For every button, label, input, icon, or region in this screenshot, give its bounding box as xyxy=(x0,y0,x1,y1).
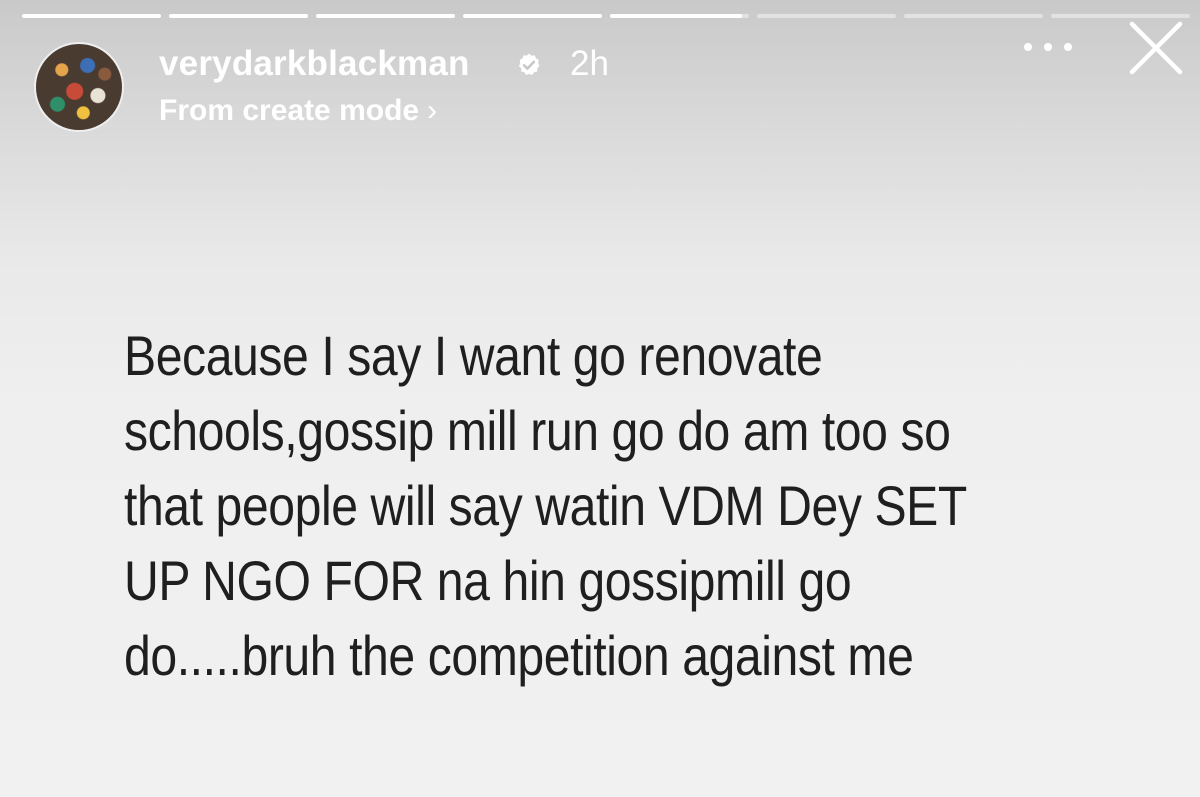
create-mode-link[interactable]: From create mode › xyxy=(159,94,437,128)
progress-segment xyxy=(463,14,602,18)
close-icon[interactable] xyxy=(1126,18,1186,78)
story-text: Because I say I want go renovate schools… xyxy=(124,318,1027,693)
avatar[interactable] xyxy=(34,42,124,132)
progress-segment xyxy=(904,14,1043,18)
verified-badge-icon xyxy=(518,53,540,75)
post-time: 2h xyxy=(570,44,609,83)
username[interactable]: verydarkblackman xyxy=(159,44,470,84)
story-text-line: Because I say I want go renovate xyxy=(124,324,823,387)
story-progress-bar xyxy=(22,14,1190,20)
progress-segment xyxy=(22,14,161,18)
progress-segment xyxy=(757,14,896,18)
progress-segment xyxy=(610,14,749,18)
story-text-line: that people will say watin VDM Dey SET xyxy=(124,474,967,537)
progress-segment xyxy=(169,14,308,18)
more-horizontal-icon[interactable] xyxy=(1024,38,1072,56)
chevron-right-icon: › xyxy=(427,94,438,127)
progress-segment xyxy=(316,14,455,18)
story-text-line: schools,gossip mill run go do am too so xyxy=(124,399,951,462)
story-text-line: UP NGO FOR na hin gossipmill go xyxy=(124,549,852,612)
story-viewer[interactable]: { "progress": { "segments": [1, 1, 1, 1,… xyxy=(0,0,1200,797)
story-text-line: do.....bruh the competition against me xyxy=(124,624,914,687)
create-mode-label: From create mode xyxy=(159,94,420,127)
